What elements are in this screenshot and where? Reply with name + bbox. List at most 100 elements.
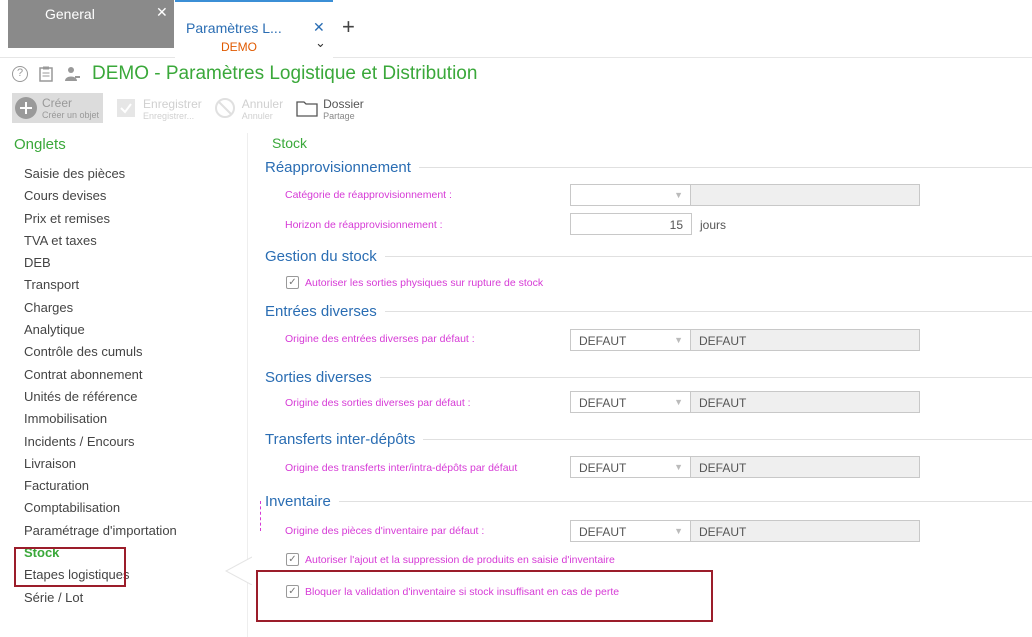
sorties-origin-value: DEFAUT (579, 396, 627, 410)
reappro-horizon-input[interactable]: 15 (570, 213, 692, 235)
tab-bar: General ✕ Paramètres L... ✕ DEMO ⌄ + (0, 0, 1032, 58)
sidebar-item[interactable]: Facturation (24, 475, 177, 497)
sidebar-item[interactable]: Saisie des pièces (24, 163, 177, 185)
page-header: ? DEMO - Paramètres Logistique et Distri… (12, 62, 477, 86)
transferts-origin-desc-value: DEFAUT (699, 461, 747, 475)
create-button-label: Créer (42, 95, 73, 110)
sidebar-item[interactable]: Unités de référence (24, 386, 177, 408)
save-icon (115, 97, 139, 121)
inventaire-origin-select[interactable]: DEFAUT ▼ (570, 520, 692, 542)
tab-parametres-sublabel: DEMO (221, 40, 257, 54)
section-title: Inventaire (265, 492, 331, 510)
cancel-button-sublabel: Annuler (241, 110, 273, 121)
reappro-category-select[interactable]: ▼ (570, 184, 692, 206)
highlight-box (14, 547, 126, 587)
clipboard-icon[interactable] (38, 66, 54, 82)
section-reappro: Réapprovisionnement (265, 157, 1032, 177)
sidebar-item[interactable]: Immobilisation (24, 408, 177, 430)
checkbox-checked-icon[interactable]: ✓ (286, 276, 299, 289)
dropdown-arrow-icon[interactable]: ▼ (674, 526, 683, 536)
divider (418, 166, 1032, 168)
section-transferts: Transferts inter-dépôts (265, 429, 1032, 449)
main-title: Stock (272, 135, 308, 151)
sidebar-item[interactable]: Contrôle des cumuls (24, 341, 177, 363)
inventaire-origin-description: DEFAUT (690, 520, 920, 542)
add-circle-icon (14, 96, 38, 120)
divider (384, 255, 1032, 257)
toolbar: Créer Créer un objet Enregistrer Enregis… (12, 93, 376, 125)
sidebar-item[interactable]: Analytique (24, 319, 177, 341)
inventaire-origin-value: DEFAUT (579, 525, 627, 539)
folder-button-sublabel: Partage (323, 110, 355, 121)
allow-physical-exit-checkbox[interactable]: ✓ Autoriser les sorties physiques sur ru… (286, 276, 543, 289)
inventaire-origin-label: Origine des pièces d'inventaire par défa… (285, 525, 485, 537)
save-button[interactable]: Enregistrer Enregistrer... (115, 93, 202, 125)
close-icon[interactable]: ✕ (156, 4, 168, 21)
sidebar-item[interactable]: Livraison (24, 453, 177, 475)
section-inventaire: Inventaire (265, 491, 1032, 511)
divider (384, 310, 1032, 312)
sidebar-item[interactable]: Charges (24, 297, 177, 319)
dropdown-arrow-icon[interactable]: ▼ (674, 190, 683, 200)
entrees-origin-value: DEFAUT (579, 334, 627, 348)
dropdown-arrow-icon[interactable]: ▼ (674, 335, 683, 345)
sorties-origin-desc-value: DEFAUT (699, 396, 747, 410)
cancel-icon (214, 97, 238, 121)
transferts-origin-value: DEFAUT (579, 461, 627, 475)
help-icon[interactable]: ? (12, 66, 28, 82)
add-tab-icon[interactable]: + (342, 16, 355, 38)
tab-parametres[interactable]: Paramètres L... ✕ DEMO ⌄ (175, 0, 333, 58)
transferts-origin-select[interactable]: DEFAUT ▼ (570, 456, 692, 478)
section-title: Réapprovisionnement (265, 158, 411, 176)
sorties-origin-select[interactable]: DEFAUT ▼ (570, 391, 692, 413)
sidebar-nav: Saisie des pièces Cours devises Prix et re… (24, 163, 177, 609)
dropdown-arrow-icon[interactable]: ▼ (674, 462, 683, 472)
entrees-origin-label: Origine des entrées diverses par défaut … (285, 333, 475, 345)
sidebar-item[interactable]: Paramétrage d'importation (24, 520, 177, 542)
dropdown-arrow-icon[interactable]: ▼ (674, 397, 683, 407)
user-icon[interactable] (64, 66, 80, 82)
sidebar-item[interactable]: Contrat abonnement (24, 364, 177, 386)
chevron-down-icon[interactable]: ⌄ (315, 35, 326, 51)
reappro-category-description (690, 184, 920, 206)
sidebar-item[interactable]: Prix et remises (24, 208, 177, 230)
tab-general[interactable]: General ✕ (8, 0, 174, 48)
section-title: Transferts inter-dépôts (265, 430, 416, 448)
tab-parametres-label: Paramètres L... (186, 20, 282, 36)
sidebar-item[interactable]: DEB (24, 252, 177, 274)
create-button[interactable]: Créer Créer un objet (12, 93, 104, 123)
sidebar-item[interactable]: Transport (24, 274, 177, 296)
transferts-origin-description: DEFAUT (690, 456, 920, 478)
allow-add-remove-checkbox[interactable]: ✓ Autoriser l'ajout et la suppression de… (286, 553, 615, 566)
checkbox-checked-icon[interactable]: ✓ (286, 553, 299, 566)
sidebar-item[interactable]: TVA et taxes (24, 230, 177, 252)
allow-add-remove-label: Autoriser l'ajout et la suppression de p… (305, 553, 615, 566)
save-button-sublabel: Enregistrer... (143, 110, 195, 121)
sorties-origin-description: DEFAUT (690, 391, 920, 413)
sidebar-item[interactable]: Incidents / Encours (24, 431, 177, 453)
sidebar-item[interactable]: Comptabilisation (24, 497, 177, 519)
page-title: DEMO - Paramètres Logistique et Distribu… (92, 63, 478, 84)
save-button-label: Enregistrer (143, 96, 202, 111)
close-icon[interactable]: ✕ (313, 19, 325, 36)
create-button-sublabel: Créer un objet (42, 109, 100, 120)
focus-indicator (260, 501, 261, 531)
section-title: Entrées diverses (265, 302, 377, 320)
reappro-horizon-value: 15 (669, 218, 683, 232)
section-gestion: Gestion du stock (265, 246, 1032, 266)
sidebar-item[interactable]: Cours devises (24, 185, 177, 207)
folder-button[interactable]: Dossier Partage (295, 93, 364, 125)
tab-general-label: General (45, 6, 95, 22)
sidebar-header: Onglets (14, 136, 66, 153)
sidebar-item[interactable]: Série / Lot (24, 587, 177, 609)
sorties-origin-label: Origine des sorties diverses par défaut … (285, 397, 471, 409)
divider (338, 500, 1032, 502)
cancel-button-label: Annuler (241, 96, 284, 111)
section-sorties: Sorties diverses (265, 367, 1032, 387)
entrees-origin-select[interactable]: DEFAUT ▼ (570, 329, 692, 351)
reappro-horizon-unit: jours (700, 218, 727, 232)
transferts-origin-label: Origine des transferts inter/intra-dépôt… (285, 462, 518, 474)
cancel-button[interactable]: Annuler Annuler (214, 93, 283, 125)
folder-button-label: Dossier (323, 96, 364, 111)
allow-physical-exit-label: Autoriser les sorties physiques sur rupt… (305, 276, 544, 289)
